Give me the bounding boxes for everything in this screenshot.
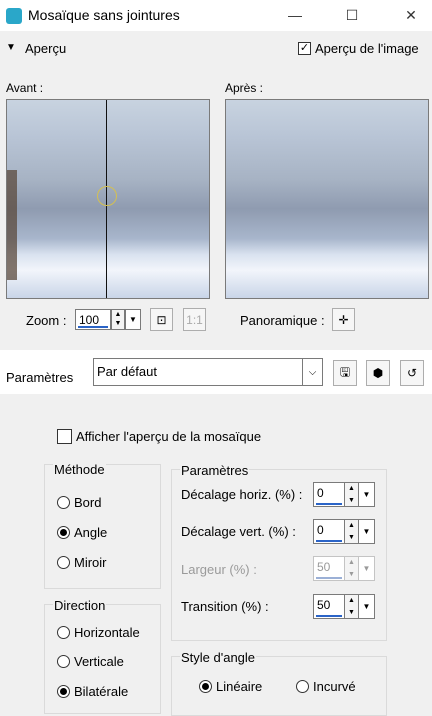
- minimize-button[interactable]: —: [280, 2, 310, 28]
- method-option-bord[interactable]: Bord: [57, 487, 101, 517]
- title-bar: Mosaïque sans jointures — ☐ ✕: [0, 0, 432, 31]
- direction-group: Direction Horizontale Verticale Bilatéra…: [44, 598, 161, 714]
- method-option-miroir[interactable]: Miroir: [57, 547, 107, 577]
- method-group: Méthode Bord Angle Miroir: [44, 462, 161, 589]
- direction-option-bilaterale[interactable]: Bilatérale: [57, 676, 128, 706]
- zoom-fit-button[interactable]: ⊡: [150, 308, 173, 331]
- pan-button[interactable]: ✛: [332, 308, 355, 331]
- direction-option-verticale[interactable]: Verticale: [57, 646, 124, 676]
- preview-header: ▼ Aperçu ✓ Aperçu de l'image: [0, 31, 432, 66]
- maximize-button[interactable]: ☐: [337, 2, 367, 28]
- vertical-offset-dropdown-icon[interactable]: ▼: [359, 519, 375, 544]
- direction-radio-verticale[interactable]: [57, 654, 70, 668]
- vertical-offset-input[interactable]: 0 ▲ ▼ ▼: [313, 519, 377, 544]
- crosshair-icon[interactable]: [97, 186, 117, 206]
- zoom-stepper[interactable]: ▲ ▼: [111, 309, 125, 330]
- corner-option-incurve[interactable]: Incurvé: [296, 671, 356, 701]
- corner-style-group: Style d'angle Linéaire Incurvé: [171, 650, 387, 716]
- method-radio-angle[interactable]: [57, 525, 70, 539]
- vertical-offset-label: Décalage vert. (%) :: [181, 524, 296, 539]
- transition-input[interactable]: 50 ▲ ▼ ▼: [313, 594, 377, 619]
- corner-radio-incurve[interactable]: [296, 679, 309, 693]
- preview-section-label[interactable]: Aperçu: [25, 41, 66, 56]
- transition-dropdown-icon[interactable]: ▼: [359, 594, 375, 619]
- before-label: Avant :: [6, 81, 44, 95]
- save-preset-button[interactable]: 🖫: [333, 360, 357, 386]
- pan-label: Panoramique :: [240, 313, 325, 328]
- transition-stepper[interactable]: ▲ ▼: [345, 594, 359, 619]
- after-label: Après :: [225, 81, 264, 95]
- chevron-down-icon[interactable]: ⌵: [303, 358, 323, 386]
- mosaic-preview-checkbox[interactable]: [57, 429, 72, 444]
- method-radio-bord[interactable]: [57, 495, 70, 509]
- collapse-arrow-icon[interactable]: ▼: [6, 42, 16, 53]
- settings-panel: Afficher l'aperçu de la mosaïque Méthode…: [0, 394, 432, 716]
- tree-trunk: [7, 170, 17, 280]
- width-dropdown-icon: ▼: [359, 556, 375, 581]
- params-label: Paramètres: [6, 370, 74, 385]
- preview-area: Avant : Après : Zoom : 100 ▲ ▼ ▼ ⊡ 1:1 Pa…: [0, 66, 432, 346]
- zoom-input[interactable]: 100: [75, 309, 111, 330]
- horizontal-offset-label: Décalage horiz. (%) :: [181, 487, 303, 502]
- corner-radio-lineaire[interactable]: [199, 679, 212, 693]
- method-title: Méthode: [53, 462, 106, 477]
- zoom-actual-size-button[interactable]: 1:1: [183, 308, 206, 331]
- method-radio-miroir[interactable]: [57, 555, 70, 569]
- mosaic-preview-toggle[interactable]: Afficher l'aperçu de la mosaïque: [57, 429, 261, 444]
- preset-select[interactable]: Par défaut: [93, 358, 303, 386]
- window-title: Mosaïque sans jointures: [28, 7, 180, 23]
- width-input: 50 ▲ ▼ ▼: [313, 556, 377, 581]
- horizontal-offset-input[interactable]: 0 ▲ ▼ ▼: [313, 482, 377, 507]
- horizontal-offset-stepper[interactable]: ▲ ▼: [345, 482, 359, 507]
- image-preview-toggle[interactable]: ✓ Aperçu de l'image: [298, 41, 419, 56]
- presets-bar: Paramètres Par défaut ⌵ 🖫 ⬢ ↺: [0, 350, 432, 394]
- winter-photo: [7, 100, 209, 298]
- random-preset-icon[interactable]: ⬢: [366, 360, 390, 386]
- width-label: Largeur (%) :: [181, 562, 257, 577]
- width-stepper: ▲ ▼: [345, 556, 359, 581]
- horizontal-offset-dropdown-icon[interactable]: ▼: [359, 482, 375, 507]
- direction-radio-bilaterale[interactable]: [57, 684, 70, 698]
- direction-radio-horizontale[interactable]: [57, 625, 70, 639]
- vertical-offset-stepper[interactable]: ▲ ▼: [345, 519, 359, 544]
- winter-photo-result: [226, 100, 428, 298]
- offset-settings-group: Paramètres Décalage horiz. (%) : 0 ▲ ▼ ▼ …: [171, 463, 387, 641]
- reset-preset-icon[interactable]: ↺: [400, 360, 424, 386]
- transition-label: Transition (%) :: [181, 599, 269, 614]
- app-icon: [6, 8, 22, 24]
- close-button[interactable]: ✕: [396, 2, 426, 28]
- direction-title: Direction: [53, 598, 107, 613]
- settings-title: Paramètres: [180, 463, 250, 478]
- image-preview-checkbox[interactable]: ✓: [298, 42, 311, 55]
- corner-style-title: Style d'angle: [180, 650, 257, 665]
- direction-option-horizontale[interactable]: Horizontale: [57, 617, 140, 647]
- corner-option-lineaire[interactable]: Linéaire: [199, 671, 262, 701]
- image-preview-label: Aperçu de l'image: [315, 41, 419, 56]
- zoom-dropdown-icon[interactable]: ▼: [125, 309, 141, 330]
- zoom-label: Zoom :: [26, 313, 67, 328]
- before-preview-image[interactable]: [6, 99, 210, 299]
- method-option-angle[interactable]: Angle: [57, 517, 107, 547]
- mosaic-preview-label: Afficher l'aperçu de la mosaïque: [76, 429, 262, 444]
- after-preview-image: [225, 99, 429, 299]
